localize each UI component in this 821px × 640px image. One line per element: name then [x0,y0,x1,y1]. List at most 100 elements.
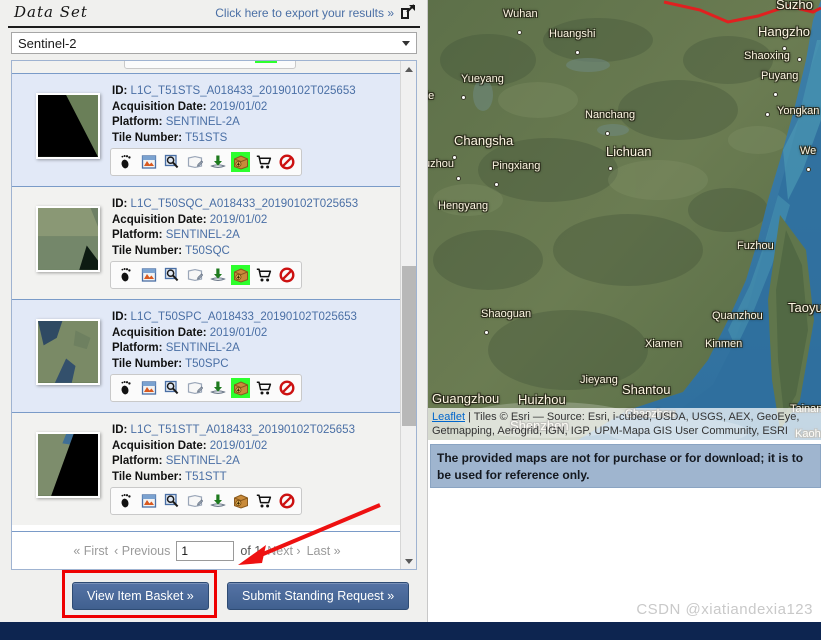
item-toolbar [110,374,302,402]
acquisition-date-value: 2019/01/02 [209,213,268,226]
attribution-text: | Tiles © Esri — Source: Esri, i-cubed, … [432,411,800,437]
map-attribution: Leaflet | Tiles © Esri — Source: Esri, i… [428,408,821,440]
platform-value: SENTINEL-2A [165,116,240,128]
next-page-button[interactable]: Next › [267,544,300,558]
export-results-link[interactable]: Click here to export your results » [215,6,394,20]
scene-metadata: ID: L1C_T51STS_A018433_20190102T025653 A… [112,84,356,146]
page-title: Data Set [14,3,88,21]
compare-browse-icon[interactable] [162,152,181,172]
download-options-icon[interactable] [208,152,227,172]
results-scrollbar[interactable] [400,61,416,569]
tile-number-value: T50SQC [185,244,230,257]
scene-thumbnail[interactable] [36,206,100,272]
add-to-basket-icon[interactable] [254,378,273,398]
exclude-scene-icon[interactable] [277,491,296,511]
results-list-container: ID: L1C_T51STS_A018433_20190102T025653 A… [11,60,417,570]
bulk-download-icon[interactable] [231,491,250,511]
chevron-down-icon [402,41,410,46]
scene-thumbnail[interactable] [36,93,100,159]
compare-browse-icon[interactable] [162,491,181,511]
compare-browse-icon[interactable] [162,265,181,285]
acquisition-date-value: 2019/01/02 [209,100,268,113]
leaflet-map[interactable]: WuhanHuangshiYueyangdeNanchangChangshauz… [428,0,821,440]
item-toolbar [110,148,302,176]
footer-bar [0,622,821,640]
acquisition-date-label: Acquisition Date: [112,439,207,452]
show-metadata-icon[interactable] [185,265,204,285]
show-metadata-icon[interactable] [185,491,204,511]
scroll-up-button[interactable] [401,61,416,77]
last-page-button[interactable]: Last » [307,544,341,558]
table-row[interactable]: ID: L1C_T50SQC_A018433_20190102T025653 A… [12,186,402,299]
table-row[interactable]: ID: L1C_T51STT_A018433_20190102T025653 A… [12,412,402,525]
show-browse-overlay-icon[interactable] [139,152,158,172]
id-label: ID: [112,311,128,323]
tile-number-value: T50SPC [185,357,229,370]
exclude-scene-icon[interactable] [277,378,296,398]
show-footprint-icon[interactable] [116,491,135,511]
scroll-down-button[interactable] [401,553,416,569]
acquisition-date-value: 2019/01/02 [209,439,268,452]
tile-number-value: T51STS [185,131,228,144]
exclude-scene-icon[interactable] [277,265,296,285]
bulk-download-icon[interactable] [255,61,277,63]
scrollbar-thumb[interactable] [402,266,416,426]
scene-metadata: ID: L1C_T50SQC_A018433_20190102T025653 A… [112,197,358,259]
bulk-download-icon[interactable] [231,378,250,398]
show-browse-overlay-icon[interactable] [139,265,158,285]
page-count-label: of 1 [240,543,262,558]
id-value: L1C_T51STS_A018433_20190102T025653 [130,85,356,97]
exclude-scene-icon[interactable] [277,152,296,172]
show-browse-overlay-icon[interactable] [139,378,158,398]
download-options-icon[interactable] [208,378,227,398]
search-results-panel: Data Set Click here to export your resul… [0,0,428,640]
leaflet-link[interactable]: Leaflet [432,411,465,423]
download-options-icon[interactable] [208,265,227,285]
bulk-download-icon[interactable] [231,152,250,172]
scene-thumbnail[interactable] [36,319,100,385]
show-browse-overlay-icon[interactable] [139,491,158,511]
id-label: ID: [112,85,128,97]
show-footprint-icon[interactable] [116,265,135,285]
platform-label: Platform: [112,229,163,241]
table-row[interactable]: ID: L1C_T50SPC_A018433_20190102T025653 A… [12,299,402,412]
add-to-basket-icon[interactable] [254,152,273,172]
table-row[interactable]: ID: L1C_T51STS_A018433_20190102T025653 A… [12,73,402,186]
compare-browse-icon[interactable] [162,378,181,398]
first-page-button[interactable]: « First [73,544,108,558]
scene-metadata: ID: L1C_T50SPC_A018433_20190102T025653 A… [112,310,357,372]
dataset-header: Data Set Click here to export your resul… [8,0,420,28]
dataset-select[interactable]: Sentinel-2 [11,32,417,54]
item-toolbar [110,487,302,515]
id-label: ID: [112,198,128,210]
show-footprint-icon[interactable] [116,152,135,172]
map-pane: WuhanHuangshiYueyangdeNanchangChangshauz… [428,0,821,640]
external-link-icon[interactable] [400,4,416,20]
platform-value: SENTINEL-2A [165,342,240,354]
acquisition-date-label: Acquisition Date: [112,213,207,226]
platform-value: SENTINEL-2A [165,229,240,241]
bulk-download-icon[interactable] [231,265,250,285]
id-value: L1C_T50SPC_A018433_20190102T025653 [130,311,357,323]
tile-number-label: Tile Number: [112,357,183,370]
submit-standing-request-button[interactable]: Submit Standing Request » [227,582,410,610]
tile-number-label: Tile Number: [112,244,183,257]
id-value: L1C_T51STT_A018433_20190102T025653 [130,424,355,436]
show-metadata-icon[interactable] [185,378,204,398]
page-number-input[interactable] [176,540,235,561]
previous-page-button[interactable]: ‹ Previous [114,544,170,558]
add-to-basket-icon[interactable] [254,265,273,285]
show-metadata-icon[interactable] [185,152,204,172]
id-value: L1C_T50SQC_A018433_20190102T025653 [130,198,359,210]
show-footprint-icon[interactable] [116,378,135,398]
list-item-partial [12,61,402,73]
add-to-basket-icon[interactable] [254,491,273,511]
map-usage-notice: The provided maps are not for purchase o… [430,444,821,488]
platform-value: SENTINEL-2A [165,455,240,467]
id-label: ID: [112,424,128,436]
dataset-select-value: Sentinel-2 [18,36,77,51]
view-item-basket-button[interactable]: View Item Basket » [72,582,209,610]
platform-label: Platform: [112,116,163,128]
scene-thumbnail[interactable] [36,432,100,498]
download-options-icon[interactable] [208,491,227,511]
